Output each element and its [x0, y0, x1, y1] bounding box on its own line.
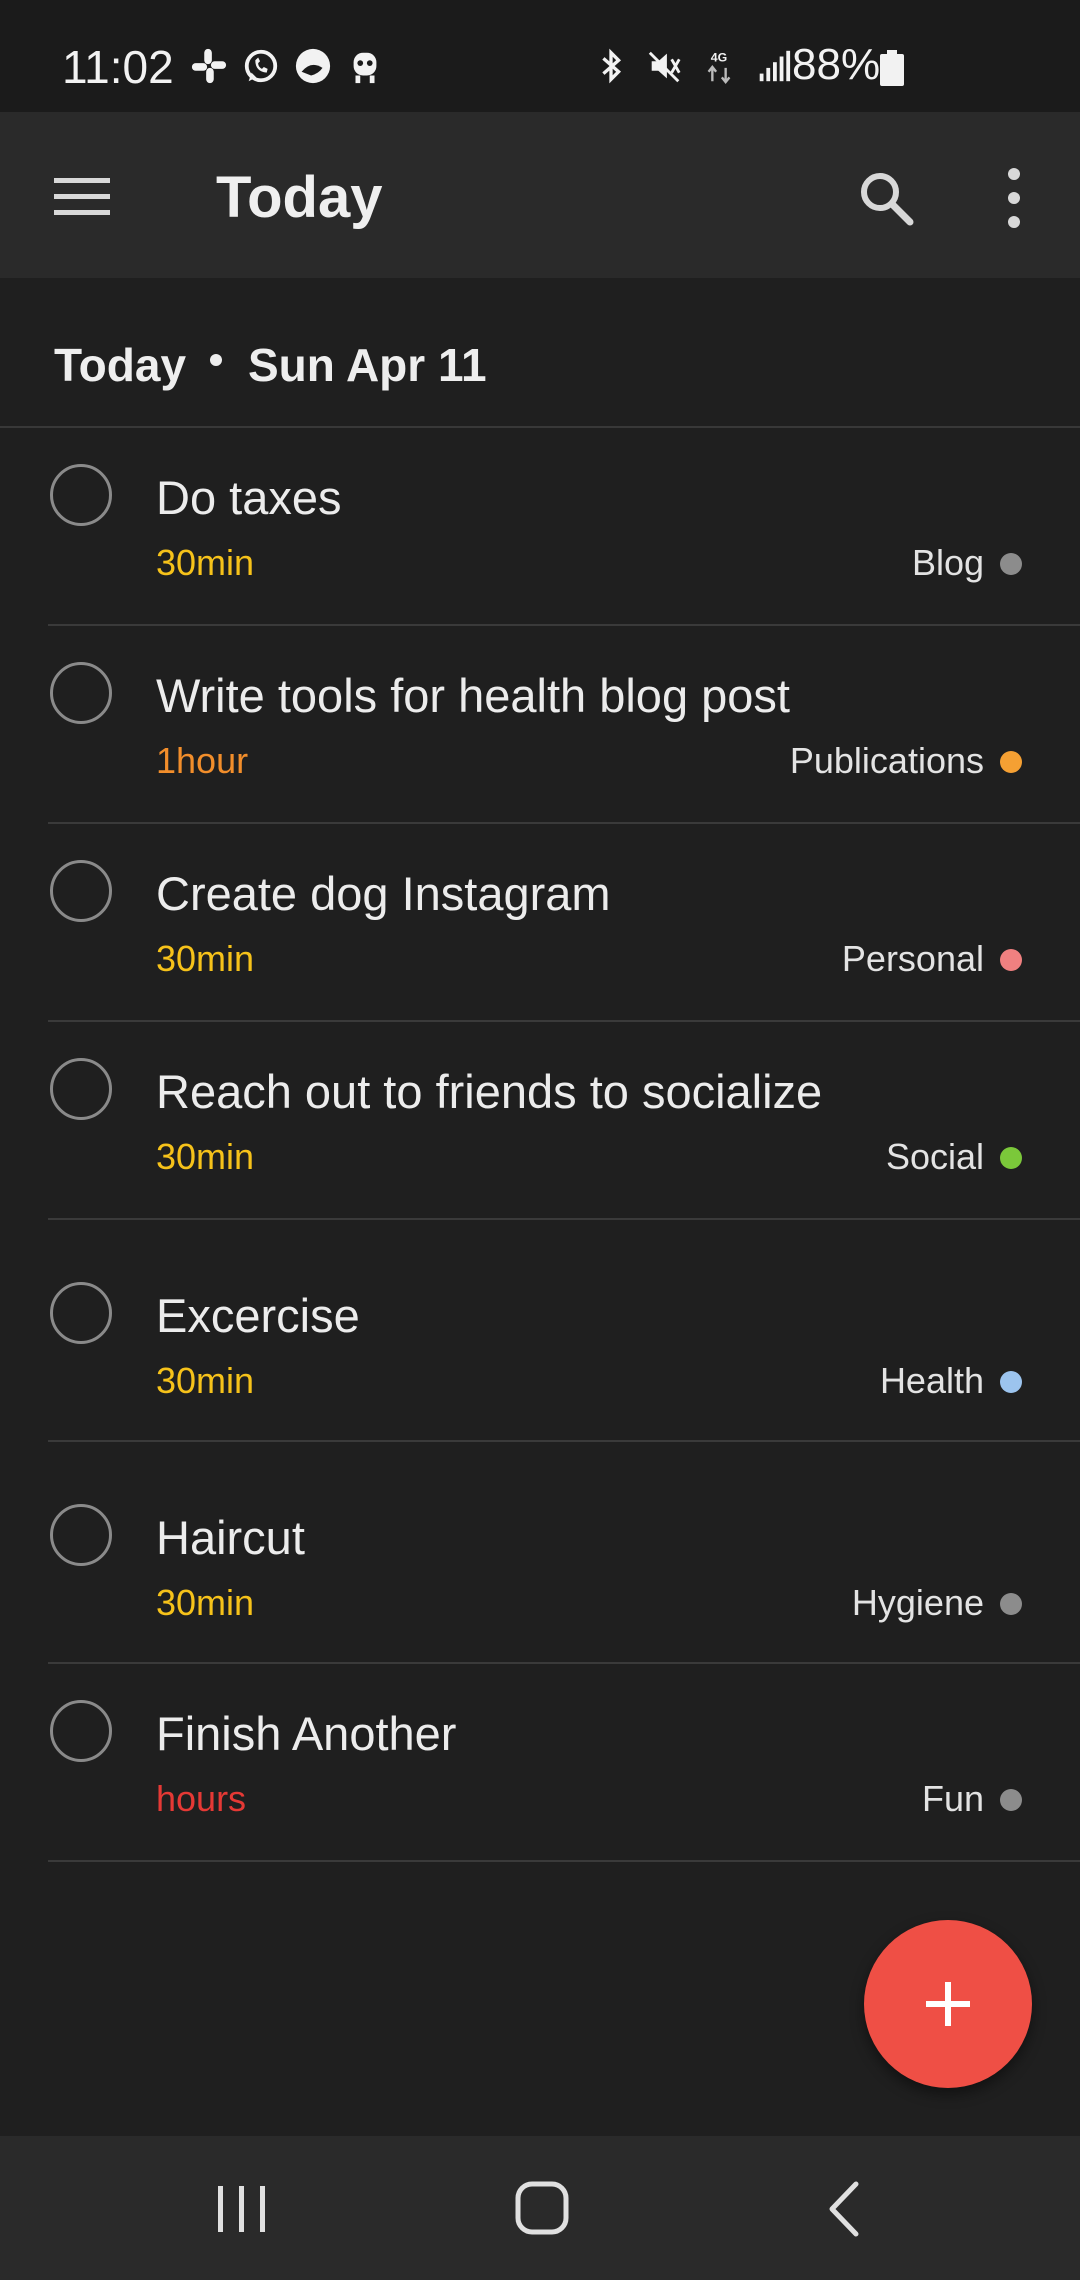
page-title: Today: [216, 165, 383, 230]
task-duration: 30min: [156, 938, 255, 979]
task-project: Personal: [841, 938, 984, 979]
search-icon[interactable]: [854, 166, 918, 230]
home-icon[interactable]: [514, 2180, 570, 2236]
task-project: Hygiene: [851, 1582, 984, 1623]
task-title: Create dog Instagram: [156, 867, 611, 920]
whatsapp-icon: [244, 49, 278, 83]
status-bar: 11:02 4G 88%: [0, 0, 1080, 112]
project-color-dot: [1000, 553, 1022, 575]
task-item[interactable]: Excercise 30min Health: [0, 1220, 1080, 1442]
task-project: Social: [885, 1136, 984, 1177]
project-color-dot: [1000, 1371, 1022, 1393]
task-title: Finish Another: [156, 1707, 457, 1760]
task-project: Blog: [911, 542, 984, 583]
task-title: Do taxes: [156, 471, 342, 524]
task-duration: 1hour: [156, 740, 249, 781]
menu-icon[interactable]: [52, 172, 112, 220]
task-title: Haircut: [156, 1511, 305, 1564]
task-title: Write tools for health blog post: [156, 669, 790, 722]
separator-dot: [210, 354, 222, 366]
app-icon: [295, 48, 331, 84]
project-color-dot: [1000, 1147, 1022, 1169]
project-color-dot: [1000, 1789, 1022, 1811]
task-duration: hours: [156, 1778, 247, 1819]
recent-apps-icon[interactable]: [214, 2182, 270, 2236]
task-item[interactable]: Do taxes 30min Blog: [0, 428, 1080, 626]
battery-percentage: 88%: [792, 40, 881, 89]
notification-icons: [190, 46, 384, 86]
project-color-dot: [1000, 751, 1022, 773]
task-item[interactable]: Reach out to friends to socialize 30min …: [0, 1022, 1080, 1220]
divider: [48, 1860, 1080, 1862]
mute-icon: [648, 51, 681, 83]
task-project: Publications: [789, 740, 984, 781]
section-title: Today: [54, 339, 187, 391]
system-icons: 4G: [592, 46, 792, 86]
project-color-dot: [1000, 1593, 1022, 1615]
task-checkbox[interactable]: [50, 662, 112, 724]
slack-icon: [191, 48, 227, 84]
status-time: 11:02: [62, 41, 174, 93]
task-item[interactable]: Finish Another hours Fun: [0, 1664, 1080, 1862]
project-color-dot: [1000, 949, 1022, 971]
task-duration: 30min: [156, 1582, 255, 1623]
app-bar: Today: [0, 112, 1080, 278]
bot-icon: [353, 52, 377, 84]
task-checkbox[interactable]: [50, 1700, 112, 1762]
task-duration: 30min: [156, 1360, 255, 1401]
task-item[interactable]: Write tools for health blog post 1hour P…: [0, 626, 1080, 824]
section-header: Today Sun Apr 11: [0, 278, 1080, 428]
task-checkbox[interactable]: [50, 1282, 112, 1344]
section-date: Sun Apr 11: [248, 339, 487, 391]
more-options-icon[interactable]: [998, 164, 1030, 232]
task-title: Excercise: [156, 1289, 360, 1342]
system-nav-bar: [0, 2136, 1080, 2280]
task-duration: 30min: [156, 542, 255, 583]
task-list: Do taxes 30min Blog Write tools for heal…: [0, 428, 1080, 1862]
back-icon[interactable]: [820, 2180, 870, 2238]
task-checkbox[interactable]: [50, 1058, 112, 1120]
task-project: Fun: [921, 1778, 984, 1819]
plus-icon: [926, 1982, 970, 2026]
task-checkbox[interactable]: [50, 464, 112, 526]
bluetooth-icon: [602, 48, 622, 84]
task-checkbox[interactable]: [50, 1504, 112, 1566]
task-project: Health: [879, 1360, 984, 1401]
task-checkbox[interactable]: [50, 860, 112, 922]
task-item[interactable]: Create dog Instagram 30min Personal: [0, 824, 1080, 1022]
task-item[interactable]: Haircut 30min Hygiene: [0, 1442, 1080, 1664]
task-title: Reach out to friends to socialize: [156, 1065, 823, 1118]
signal-icon: [759, 50, 791, 82]
svg-text:4G: 4G: [711, 50, 727, 64]
task-duration: 30min: [156, 1136, 255, 1177]
4g-lte-icon: 4G: [707, 50, 731, 85]
battery-icon: [880, 50, 904, 86]
add-task-button[interactable]: [864, 1920, 1032, 2088]
